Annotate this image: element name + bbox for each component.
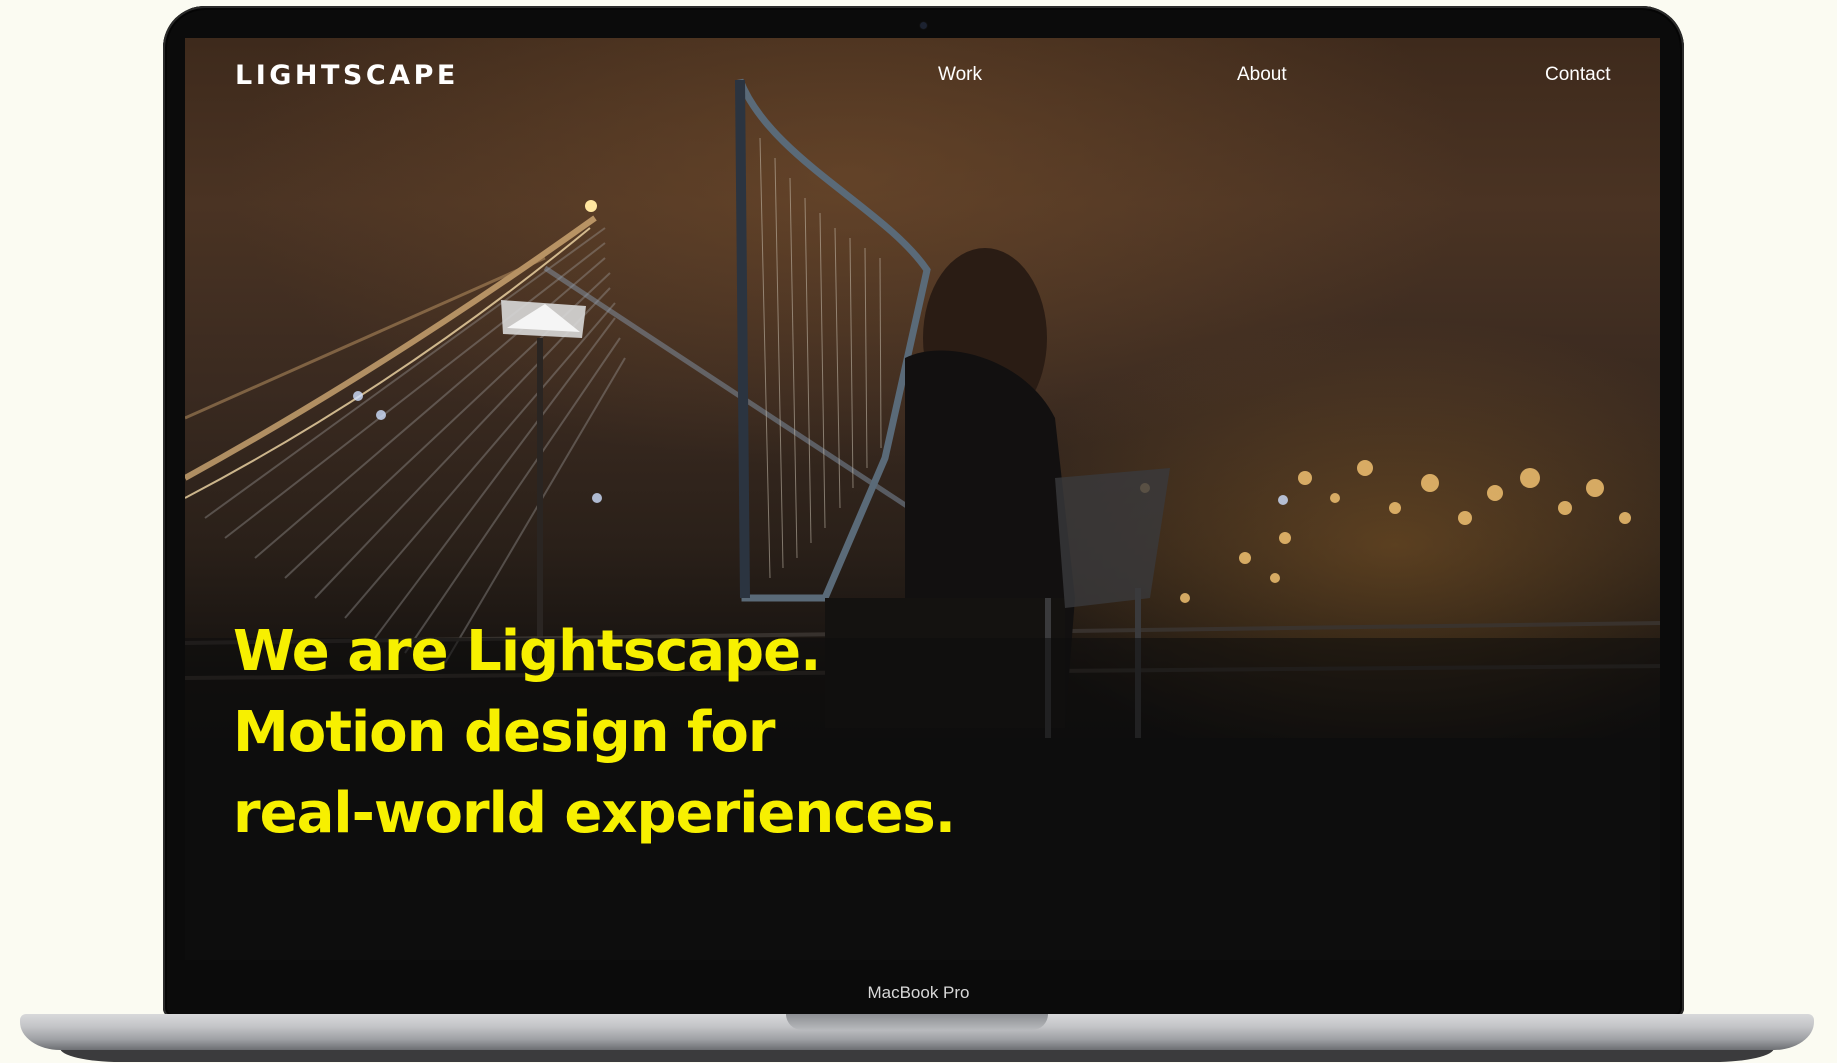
hero-line-2: Motion design for (233, 700, 776, 765)
webcam-icon (920, 22, 927, 29)
laptop-screen: LIGHTSCAPE Work About Contact We are Lig… (185, 38, 1660, 960)
page-stage: LIGHTSCAPE Work About Contact We are Lig… (0, 0, 1837, 1063)
laptop-base-shadow (60, 1048, 1774, 1062)
laptop-lid-notch (786, 1014, 1048, 1030)
site-logo[interactable]: LIGHTSCAPE (235, 60, 459, 91)
nav-link-contact[interactable]: Contact (1545, 64, 1610, 86)
nav-link-work[interactable]: Work (938, 64, 982, 86)
hero-headline: We are Lightscape. Motion design for rea… (233, 611, 956, 854)
hero-line-3: real-world experiences. (233, 781, 956, 846)
device-model-label: MacBook Pro (867, 983, 970, 1002)
nav-link-about[interactable]: About (1237, 64, 1287, 86)
hero-line-1: We are Lightscape. (233, 619, 821, 684)
